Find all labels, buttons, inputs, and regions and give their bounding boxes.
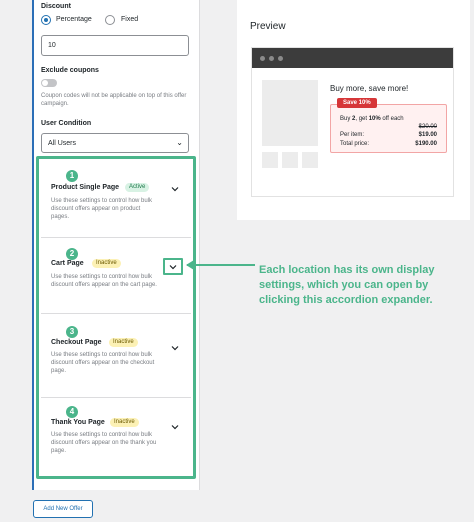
browser-mockup: Buy more, save more! Buy 2, get 10% off … — [251, 47, 454, 197]
arrow-left-icon — [186, 260, 194, 270]
browser-title-bar — [252, 48, 453, 68]
exclude-coupons-toggle[interactable] — [41, 79, 57, 87]
user-condition-label: User Condition — [41, 120, 92, 127]
preview-title: Preview — [250, 21, 286, 32]
offer-description: Buy 2, get 10% off each — [340, 116, 404, 122]
offer-box: Buy 2, get 10% off each $20.00 Per item:… — [330, 104, 447, 153]
add-new-offer-button[interactable]: Add New Offer — [33, 500, 93, 518]
offer-pct: 10% — [368, 116, 381, 122]
chevron-down-icon: ⌄ — [176, 138, 183, 147]
left-gutter — [0, 0, 32, 522]
discount-value-input[interactable]: 10 — [41, 35, 189, 56]
product-image-placeholder — [262, 80, 318, 146]
exclude-coupons-label: Exclude coupons — [41, 67, 99, 74]
window-dot-icon — [269, 56, 274, 61]
save-badge: Save 10% — [337, 98, 377, 108]
window-dot-icon — [278, 56, 283, 61]
user-condition-select[interactable]: All Users ⌄ — [41, 133, 189, 153]
window-dot-icon — [260, 56, 265, 61]
offer-text: off each — [380, 116, 404, 122]
locations-highlight-box — [36, 156, 196, 479]
offer-headline: Buy more, save more! — [330, 84, 409, 93]
user-condition-value: All Users — [48, 140, 77, 147]
product-thumbnail — [262, 152, 278, 168]
percentage-radio-label: Percentage — [56, 16, 92, 23]
callout-arrow — [187, 264, 255, 266]
total-price-label: Total price: — [340, 141, 370, 147]
product-thumbnail — [302, 152, 318, 168]
offer-text: Buy — [340, 116, 353, 122]
callout-text: Each location has its own display settin… — [259, 264, 435, 306]
percentage-radio[interactable] — [41, 15, 51, 25]
discount-label: Discount — [41, 3, 71, 10]
product-thumbnail — [282, 152, 298, 168]
original-price: $20.00 — [418, 124, 437, 130]
preview-panel: Preview Buy more, save more! Buy 2, get … — [237, 0, 470, 220]
per-item-value: $19.00 — [418, 132, 437, 138]
fixed-radio-label: Fixed — [121, 16, 139, 23]
exclude-coupons-help: Coupon codes will not be applicable on t… — [41, 93, 187, 107]
offer-text: , get — [355, 116, 369, 122]
fixed-radio[interactable] — [105, 15, 115, 25]
total-price-value: $190.00 — [415, 141, 437, 147]
per-item-label: Per item: — [340, 132, 365, 138]
